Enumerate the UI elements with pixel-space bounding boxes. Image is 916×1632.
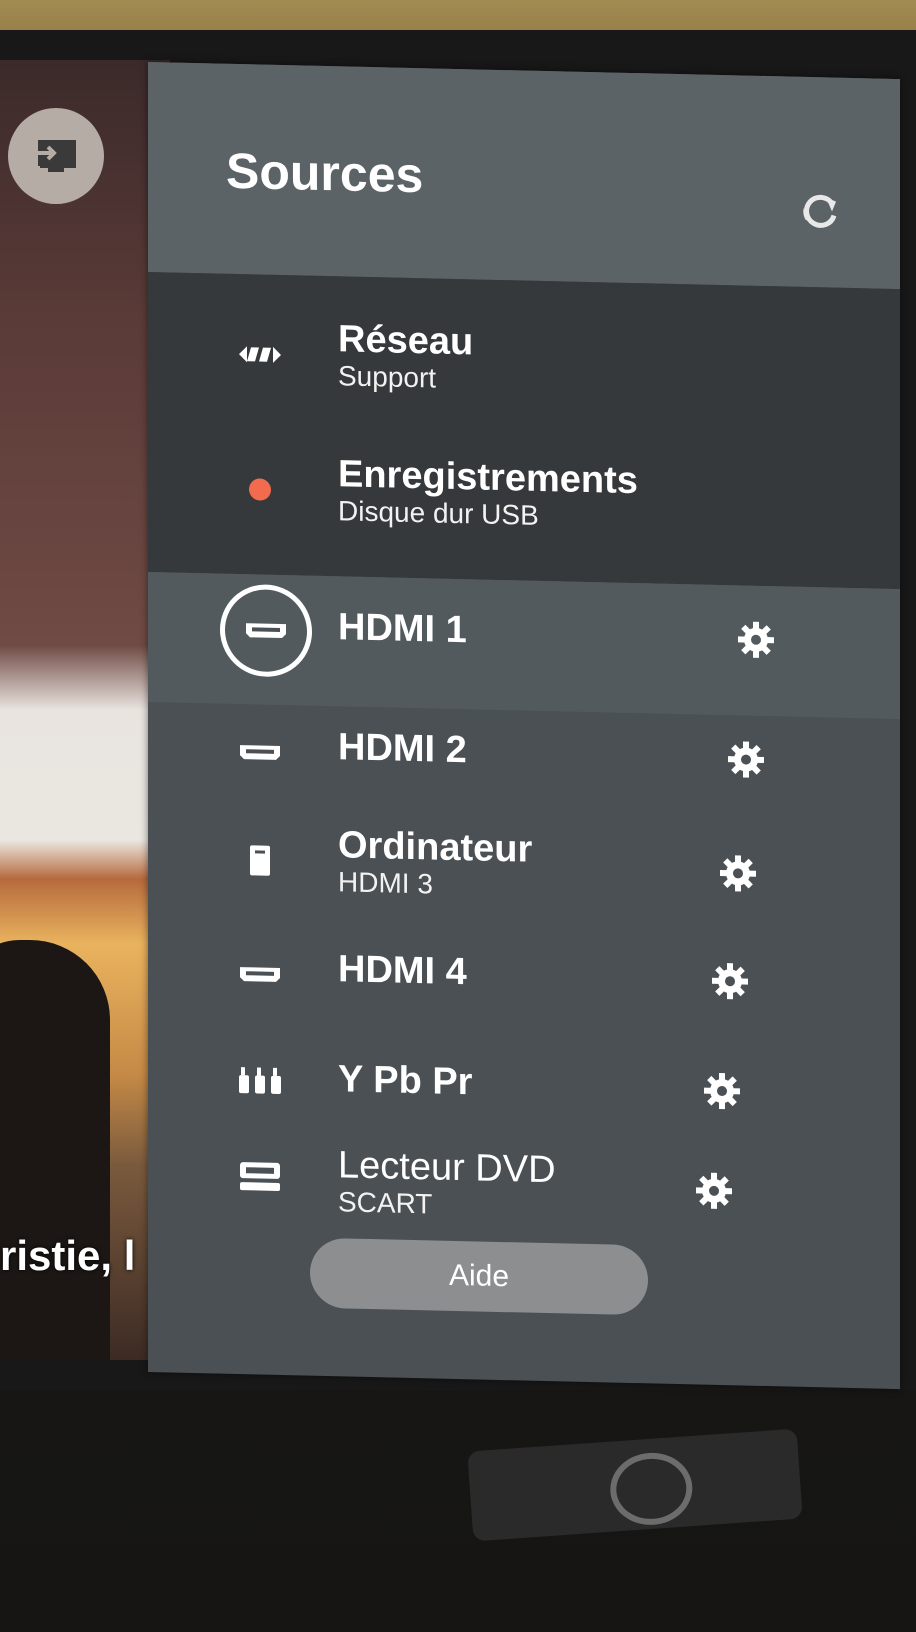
gear-icon[interactable] bbox=[702, 1071, 742, 1112]
selected-indicator bbox=[220, 583, 312, 678]
record-dot-icon bbox=[234, 463, 286, 516]
network-icon bbox=[234, 328, 286, 381]
background-video bbox=[0, 60, 170, 1360]
source-sub: HDMI 3 bbox=[338, 866, 433, 900]
source-name: HDMI 4 bbox=[338, 948, 467, 994]
sources-panel: Sources Réseau Support Enregistrements D… bbox=[148, 62, 900, 1390]
source-name: Ordinateur bbox=[338, 824, 533, 871]
panel-title: Sources bbox=[226, 142, 424, 204]
hdmi-icon bbox=[246, 623, 286, 639]
source-sub: SCART bbox=[338, 1186, 433, 1220]
source-name: HDMI 1 bbox=[338, 606, 467, 652]
input-source-button[interactable] bbox=[8, 108, 104, 204]
dvd-icon bbox=[234, 1150, 286, 1203]
panel-header: Sources bbox=[148, 62, 900, 290]
source-item-network[interactable]: Réseau Support bbox=[148, 312, 900, 439]
input-source-icon bbox=[34, 140, 76, 172]
gear-icon[interactable] bbox=[718, 853, 758, 894]
source-name: HDMI 2 bbox=[338, 726, 467, 772]
source-item-computer[interactable]: Ordinateur HDMI 3 bbox=[148, 822, 900, 949]
gear-icon[interactable] bbox=[694, 1170, 734, 1211]
source-item-hdmi-4[interactable]: HDMI 4 bbox=[148, 944, 900, 1071]
computer-icon bbox=[234, 834, 286, 887]
hdmi-icon bbox=[234, 948, 286, 1001]
source-sub: Support bbox=[338, 360, 437, 394]
source-item-recordings[interactable]: Enregistrements Disque dur USB bbox=[148, 447, 900, 574]
source-name: Enregistrements bbox=[338, 453, 638, 503]
component-icon bbox=[234, 1054, 286, 1107]
remote-dpad bbox=[607, 1450, 695, 1528]
help-button[interactable]: Aide bbox=[310, 1237, 648, 1316]
refresh-icon[interactable] bbox=[798, 189, 842, 234]
source-sub: Disque dur USB bbox=[338, 495, 539, 531]
source-item-hdmi-1[interactable]: HDMI 1 bbox=[148, 583, 900, 729]
remote-control bbox=[467, 1428, 803, 1542]
hdmi-icon bbox=[234, 726, 286, 779]
source-name: Y Pb Pr bbox=[338, 1058, 473, 1104]
source-name: Lecteur DVD bbox=[338, 1144, 556, 1192]
gear-icon[interactable] bbox=[726, 739, 766, 780]
gear-icon[interactable] bbox=[710, 961, 750, 1002]
gear-icon[interactable] bbox=[736, 619, 776, 660]
video-figure bbox=[0, 940, 110, 1360]
source-name: Réseau bbox=[338, 318, 474, 364]
subtitle-text: ristie, l bbox=[0, 1232, 136, 1279]
